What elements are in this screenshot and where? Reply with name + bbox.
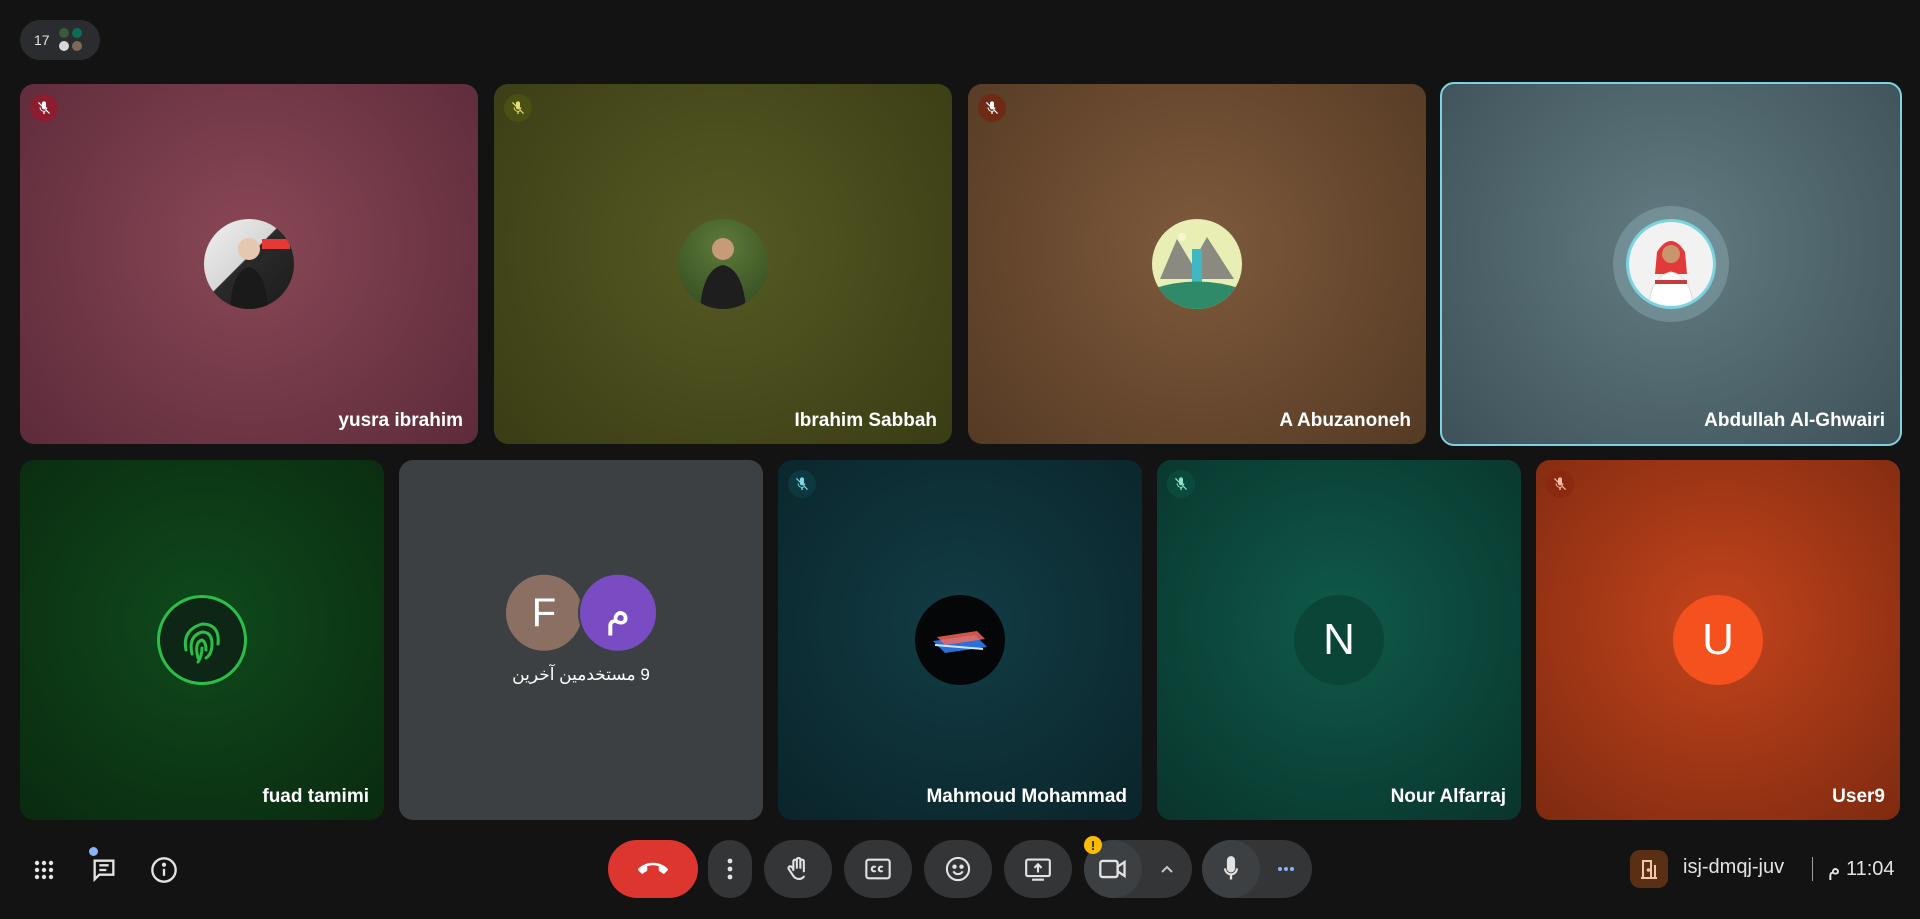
other-participants-label: 9 مستخدمين آخرين [512,664,650,684]
mic-icon [1224,856,1238,880]
participant-avatar: N [1294,595,1384,685]
current-time: 11:04 م [1828,858,1895,880]
participant-avatar [204,219,294,309]
raise-hand-button[interactable] [764,840,832,898]
present-to-all-icon [1025,858,1051,881]
divider [1812,857,1813,881]
mic-off-icon [1546,470,1574,498]
participant-avatar [678,219,768,309]
captions-button[interactable] [844,840,912,898]
emoji-icon [945,856,971,882]
participant-tile[interactable]: fuad tamimi [20,460,384,820]
warning-icon: ! [1084,836,1102,854]
hand-icon [787,856,805,880]
participant-avatar: U [1673,595,1763,685]
apps-icon[interactable] [20,846,68,894]
participant-name: Nour Alfarraj [1390,786,1506,807]
participant-name: Mahmoud Mohammad [926,786,1127,807]
chat-icon[interactable] [80,846,128,894]
reactions-button[interactable] [924,840,992,898]
mic-off-icon [788,470,816,498]
participant-name: A Abuzanoneh [1279,410,1411,431]
hang-up-icon [638,862,668,874]
avatar-letter: U [1702,615,1734,664]
participant-tile[interactable]: U User9 [1536,460,1900,820]
participant-name: fuad tamimi [262,786,369,807]
closed-captions-icon [865,858,891,880]
mic-control-group [1202,840,1312,898]
participant-count: 17 [34,32,50,48]
more-options-button[interactable] [708,840,752,898]
meeting-code[interactable]: isj-dmqj-juv [1683,856,1784,879]
door-icon [1641,860,1657,879]
participant-count-chip[interactable]: 17 [20,20,100,60]
participant-tile[interactable]: Ibrahim Sabbah [494,84,952,444]
avatar-letter: N [1323,615,1355,664]
participant-tile[interactable]: Mahmoud Mohammad [778,460,1142,820]
participant-avatar [157,595,247,685]
participant-avatar [1152,219,1242,309]
camera-options-button[interactable] [1142,840,1192,898]
more-horiz-icon [1278,867,1294,871]
participant-tile[interactable]: yusra ibrahim [20,84,478,444]
participant-name: yusra ibrahim [338,410,463,431]
participant-avatar [1626,219,1716,309]
participant-mini-avatars [57,27,84,53]
other-participants-tile[interactable]: F م 9 مستخدمين آخرين [399,460,763,820]
videocam-icon [1099,859,1126,879]
avatar: م [578,572,658,653]
mic-off-icon [30,94,58,122]
end-call-button[interactable] [608,840,698,898]
mic-off-icon [978,94,1006,122]
participant-name: Abdullah Al-Ghwairi [1704,410,1885,431]
other-participants-avatars: F م [504,572,658,653]
host-controls-button[interactable] [1630,850,1668,888]
participant-tile[interactable]: N Nour Alfarraj [1157,460,1521,820]
mic-off-icon [504,94,532,122]
participant-name: Ibrahim Sabbah [794,410,937,431]
participant-tile-active-speaker[interactable]: Abdullah Al-Ghwairi [1440,82,1902,446]
info-icon[interactable] [140,846,188,894]
avatar: F [504,572,584,653]
unread-dot [89,847,98,856]
present-screen-button[interactable] [1004,840,1072,898]
participant-name: User9 [1832,786,1885,807]
chevron-up-icon [1161,865,1173,873]
participant-tile[interactable]: A Abuzanoneh [968,84,1426,444]
participant-avatar [915,595,1005,685]
mic-off-icon [1167,470,1195,498]
mic-toggle-button[interactable] [1202,840,1260,898]
more-vert-icon [727,858,733,880]
fingerprint-icon [183,622,220,664]
audio-options-button[interactable] [1260,840,1312,898]
camera-control-group: ! [1084,836,1192,898]
